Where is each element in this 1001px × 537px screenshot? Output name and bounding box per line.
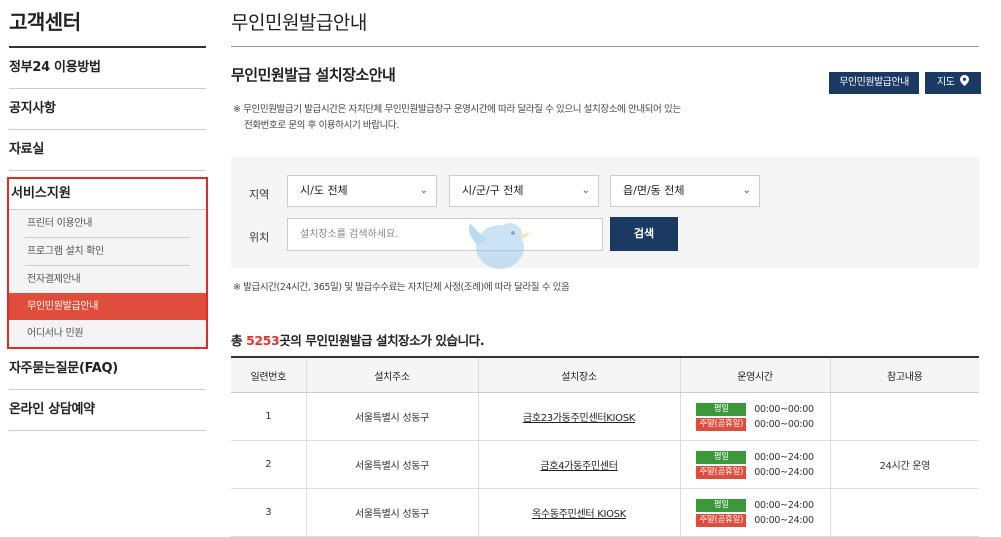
- section-title: 무인민원발급 설치장소안내: [231, 66, 396, 84]
- sidebar-item-archive[interactable]: 자료실: [9, 130, 206, 171]
- col-header-hours: 운영시간: [679, 357, 830, 393]
- table-header-row: 일련번호 설치주소 설치장소 운영시간 참고내용: [231, 357, 979, 393]
- cell-no: 1: [231, 392, 306, 441]
- sidebar-item-faq[interactable]: 자주묻는질문(FAQ): [9, 349, 206, 390]
- issuance-notice: ※ 무인민원발급기 발급시간은 자치단체 무인민원발급창구 운영시간에 따라 달…: [233, 102, 753, 134]
- count-prefix: 총: [231, 333, 247, 348]
- place-link[interactable]: 금호23가동주민센터KIOSK: [523, 413, 635, 424]
- cell-note: [829, 488, 979, 537]
- cell-place: 금호23가동주민센터KIOSK: [477, 392, 680, 441]
- sidebar-title: 고객센터: [9, 0, 206, 48]
- place-link[interactable]: 옥수동주민센터 KIOSK: [532, 509, 626, 520]
- sidebar-item-guide[interactable]: 정부24 이용방법: [9, 48, 206, 89]
- main-content: 무인민원발급안내 무인민원발급 설치장소안내 무인민원발급안내 지도 ※ 무인민…: [231, 0, 981, 537]
- location-label: 위치: [249, 231, 270, 244]
- chevron-down-icon: ⌄: [419, 185, 428, 196]
- col-header-place: 설치장소: [477, 357, 680, 393]
- weekday-badge: 평일: [696, 450, 747, 464]
- cell-hours: 평일 00:00~00:00 주말(공휴일) 00:00~00:00: [679, 392, 830, 441]
- cell-note: 24시간 운영: [829, 440, 979, 489]
- search-button[interactable]: 검색: [610, 217, 678, 251]
- sido-select-value: 시/도 전체: [300, 184, 348, 197]
- notice-line-1: ※ 무인민원발급기 발급시간은 자치단체 무인민원발급창구 운영시간에 따라 달…: [233, 104, 681, 115]
- sidebar-item-notice[interactable]: 공지사항: [9, 89, 206, 130]
- map-button[interactable]: 지도: [925, 72, 981, 94]
- cell-hours: 평일 00:00~24:00 주말(공휴일) 00:00~24:00: [679, 488, 830, 537]
- count-number: 5253: [246, 333, 280, 348]
- sidebar-submenu: 프린터 이용안내 프로그램 설치 확인 전자결제안내 무인민원발급안내 어디서나…: [9, 210, 206, 347]
- cell-note: [829, 392, 979, 441]
- page-title: 무인민원발급안내: [231, 0, 979, 47]
- chevron-down-icon: ⌄: [742, 185, 751, 196]
- weekday-time: 00:00~00:00: [754, 403, 814, 415]
- col-header-note: 참고내용: [829, 357, 979, 393]
- table-row: 1 서울특별시 성동구 금호23가동주민센터KIOSK 평일 00:00~00:0…: [231, 392, 979, 441]
- sidebar-item-consult[interactable]: 온라인 상담예약: [9, 390, 206, 431]
- sigungu-select[interactable]: 시/군/구 전체 ⌄: [449, 175, 599, 207]
- sidebar-subitem-printer[interactable]: 프린터 이용안내: [25, 210, 190, 238]
- place-link[interactable]: 금호4가동주민센터: [540, 461, 618, 472]
- cell-address: 서울특별시 성동구: [305, 392, 478, 441]
- weekend-time: 00:00~00:00: [754, 418, 814, 430]
- weekday-time: 00:00~24:00: [754, 451, 814, 463]
- cell-place: 금호4가동주민센터: [477, 440, 680, 489]
- result-count: 총 5253곳의 무인민원발급 설치장소가 있습니다.: [231, 330, 485, 349]
- count-suffix: 곳의 무인민원발급 설치장소가 있습니다.: [279, 333, 485, 348]
- cell-no: 3: [231, 488, 306, 537]
- weekend-time: 00:00~24:00: [754, 514, 814, 526]
- notice-line-2: 전화번호로 문의 후 이용하시기 바랍니다.: [244, 120, 399, 131]
- sidebar-item-service-support[interactable]: 서비스지원: [9, 179, 206, 210]
- cell-place: 옥수동주민센터 KIOSK: [477, 488, 680, 537]
- sidebar-subitem-anywhere[interactable]: 어디서나 민원: [25, 320, 190, 347]
- weekend-time: 00:00~24:00: [754, 466, 814, 478]
- col-header-address: 설치주소: [305, 357, 478, 393]
- cell-hours: 평일 00:00~24:00 주말(공휴일) 00:00~24:00: [679, 440, 830, 489]
- weekday-badge: 평일: [696, 498, 747, 512]
- kiosk-table: 일련번호 설치주소 설치장소 운영시간 참고내용 1 서울특별시 성동구 금호2…: [231, 356, 979, 537]
- map-button-label: 지도: [936, 77, 955, 88]
- location-search-input[interactable]: 설치장소를 검색하세요.: [287, 218, 603, 251]
- weekend-badge: 주말(공휴일): [696, 465, 747, 479]
- search-panel: 지역 시/도 전체 ⌄ 시/군/구 전체 ⌄ 읍/면/동 전체 ⌄ 위치 설치장…: [231, 157, 979, 268]
- sido-select[interactable]: 시/도 전체 ⌄: [287, 175, 437, 207]
- sidebar: 고객센터 정부24 이용방법 공지사항 자료실 서비스지원 프린터 이용안내 프…: [7, 0, 208, 431]
- weekday-badge: 평일: [696, 402, 747, 416]
- cell-address: 서울특별시 성동구: [305, 488, 478, 537]
- eupmyeondong-select-value: 읍/면/동 전체: [623, 184, 685, 197]
- weekday-time: 00:00~24:00: [754, 499, 814, 511]
- sidebar-group-service-support: 서비스지원 프린터 이용안내 프로그램 설치 확인 전자결제안내 무인민원발급안…: [7, 177, 208, 349]
- eupmyeondong-select[interactable]: 읍/면/동 전체 ⌄: [610, 175, 760, 207]
- table-row: 3 서울특별시 성동구 옥수동주민센터 KIOSK 평일 00:00~24:00 …: [231, 488, 979, 537]
- weekend-badge: 주말(공휴일): [696, 513, 747, 527]
- sigungu-select-value: 시/군/구 전체: [462, 184, 524, 197]
- region-label: 지역: [249, 188, 270, 201]
- cell-address: 서울특별시 성동구: [305, 440, 478, 489]
- sidebar-subitem-program-check[interactable]: 프로그램 설치 확인: [25, 238, 190, 266]
- kiosk-info-button[interactable]: 무인민원발급안내: [829, 72, 919, 94]
- weekend-badge: 주말(공휴일): [696, 417, 747, 431]
- map-pin-icon: [960, 75, 970, 86]
- sidebar-subitem-payment[interactable]: 전자결제안내: [25, 266, 190, 293]
- cell-no: 2: [231, 440, 306, 489]
- bird-watermark-icon: [469, 223, 532, 269]
- table-row: 2 서울특별시 성동구 금호4가동주민센터 평일 00:00~24:00 주말(공…: [231, 440, 979, 489]
- chevron-down-icon: ⌄: [581, 185, 590, 196]
- sidebar-subitem-kiosk-active[interactable]: 무인민원발급안내: [9, 293, 206, 320]
- col-header-no: 일련번호: [231, 357, 306, 393]
